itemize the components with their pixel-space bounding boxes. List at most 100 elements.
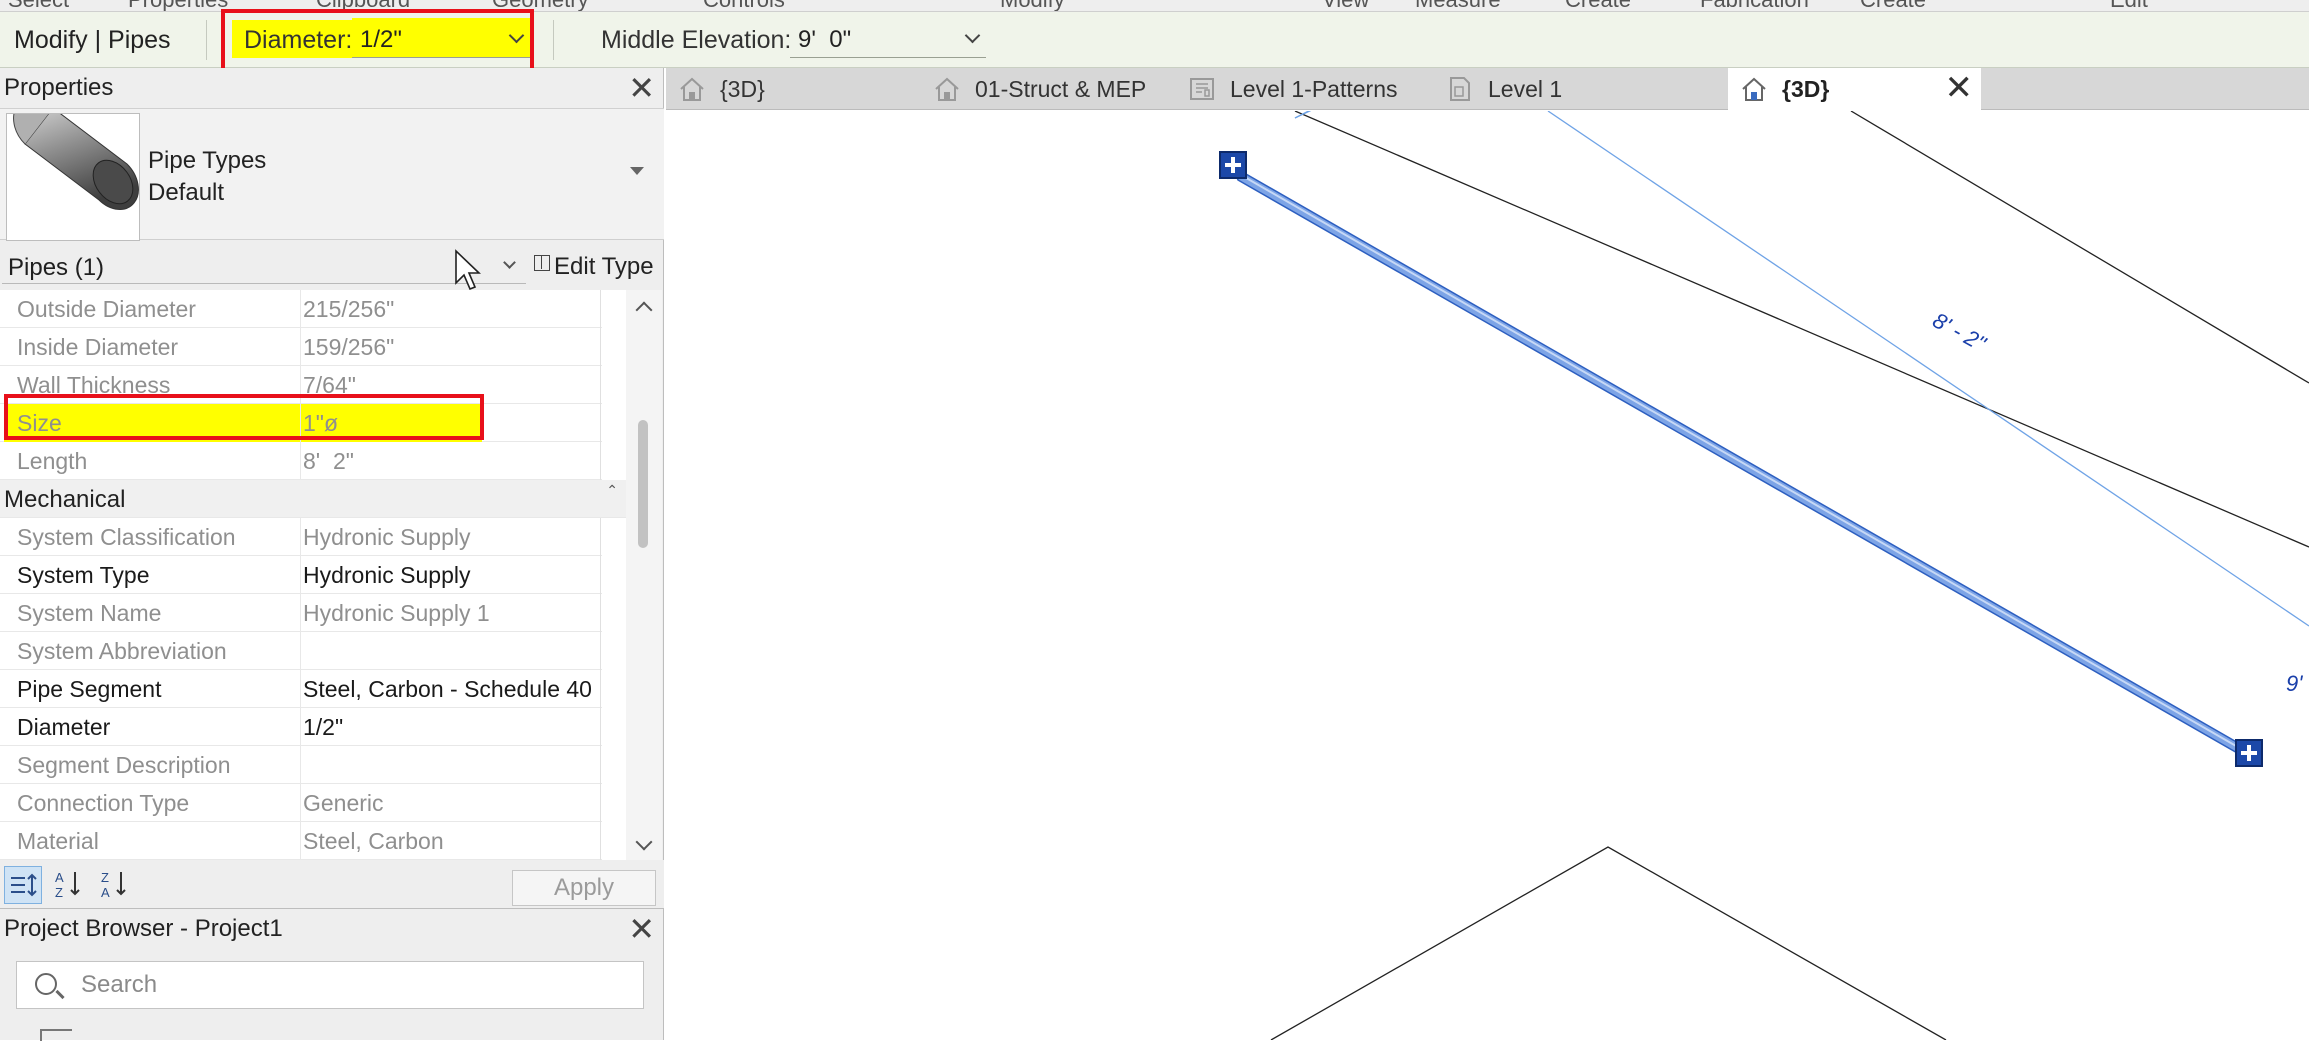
model-edge-line: [1270, 846, 1947, 1040]
ribbon-tab-create[interactable]: Create: [1565, 0, 1631, 11]
property-value: Steel, Carbon - Schedule 40: [303, 676, 592, 702]
ribbon-panel-labels: Select Properties Clipboard Geometry Con…: [0, 0, 2309, 12]
property-name: System Type: [17, 562, 150, 588]
project-browser-search[interactable]: [16, 961, 644, 1009]
column-divider: [600, 328, 601, 366]
group-header-mechanical[interactable]: Mechanical ⌃: [0, 480, 626, 518]
instance-filter-dropdown[interactable]: Pipes (1): [2, 248, 526, 284]
scroll-down-icon[interactable]: [635, 833, 653, 851]
column-divider: [600, 822, 601, 860]
svg-text:Z: Z: [55, 885, 63, 900]
middle-elevation-combo[interactable]: 9' 0": [790, 18, 986, 58]
column-divider: [600, 290, 601, 328]
property-row[interactable]: Diameter 1/2": [0, 708, 602, 746]
tab-level-1[interactable]: Level 1: [1434, 68, 1689, 110]
property-name: Connection Type: [17, 790, 190, 816]
property-row[interactable]: System Type Hydronic Supply: [0, 556, 602, 594]
scroll-thumb[interactable]: [638, 420, 648, 548]
property-name: System Abbreviation: [17, 638, 227, 664]
dimension-line-short: [1294, 111, 1311, 119]
ribbon-tab-fabrication[interactable]: Fabrication: [1700, 0, 1809, 11]
tab-01-struct-mep[interactable]: 01-Struct & MEP: [921, 68, 1176, 110]
properties-title: Properties: [4, 74, 114, 101]
property-row[interactable]: Pipe Segment Steel, Carbon - Schedule 40: [0, 670, 602, 708]
property-row[interactable]: Inside Diameter 159/256": [0, 328, 602, 366]
tab-label: 01-Struct & MEP: [975, 76, 1147, 102]
column-divider: [300, 366, 301, 404]
pipe-type-thumbnail: [6, 98, 140, 241]
property-name: Inside Diameter: [17, 334, 179, 360]
column-divider: [300, 822, 301, 860]
ribbon-tab-geometry[interactable]: Geometry: [492, 0, 589, 11]
diameter-label: Diameter:: [244, 26, 353, 54]
properties-footer: A Z Z A Apply: [0, 860, 664, 908]
tab-level-1-patterns[interactable]: Level 1-Patterns: [1176, 68, 1434, 110]
properties-scrollbar[interactable]: [626, 290, 662, 860]
tab-3d-view-active[interactable]: {3D} ✕: [1728, 68, 1981, 110]
svg-text:Z: Z: [101, 870, 109, 885]
property-row[interactable]: Material Steel, Carbon: [0, 822, 602, 860]
ribbon-tab-clipboard[interactable]: Clipboard: [316, 0, 410, 11]
tree-node-partial[interactable]: [40, 1029, 72, 1041]
sort-descending-button[interactable]: Z A: [96, 866, 134, 904]
close-icon[interactable]: ✕: [1945, 68, 1974, 108]
tab-label: {3D}: [1782, 76, 1830, 102]
property-name: Pipe Segment: [17, 676, 162, 702]
edit-type-label: Edit Type: [554, 253, 654, 280]
property-name: Wall Thickness: [17, 372, 171, 398]
property-value: 215/256": [303, 296, 395, 322]
property-row[interactable]: System Name Hydronic Supply 1: [0, 594, 602, 632]
property-row[interactable]: Connection Type Generic: [0, 784, 602, 822]
3d-view-canvas[interactable]: 8' - 2" 9': [666, 111, 2309, 1040]
categorize-sort-button[interactable]: [4, 866, 42, 904]
type-family-name: Pipe Types: [148, 147, 267, 174]
property-row-size[interactable]: Size 1"ø: [0, 404, 602, 442]
close-icon[interactable]: ✕: [628, 911, 655, 947]
property-row[interactable]: Wall Thickness 7/64": [0, 366, 602, 404]
close-icon[interactable]: ✕: [628, 70, 655, 106]
column-divider: [300, 442, 301, 480]
column-divider: [300, 328, 301, 366]
project-browser: Project Browser - Project1 ✕: [0, 908, 664, 1041]
property-row[interactable]: Length 8' 2": [0, 442, 602, 480]
ribbon-tab-edit[interactable]: Edit: [2110, 0, 2148, 11]
selected-pipe[interactable]: [1230, 164, 2255, 764]
diameter-combo[interactable]: 1/2": [352, 18, 530, 58]
apply-button[interactable]: Apply: [512, 870, 656, 906]
type-selector[interactable]: Pipe Types Default: [0, 98, 664, 241]
project-browser-title: Project Browser - Project1: [4, 915, 283, 942]
property-value: 1/2": [303, 714, 344, 740]
model-edge-line: [1850, 111, 2309, 384]
scroll-up-icon[interactable]: [635, 301, 653, 319]
ribbon-tab-create-2[interactable]: Create: [1860, 0, 1926, 11]
sort-ascending-button[interactable]: A Z: [50, 866, 88, 904]
property-value: Generic: [303, 790, 384, 816]
property-row[interactable]: System Abbreviation: [0, 632, 602, 670]
ribbon-tab-modify[interactable]: Modify: [1000, 0, 1065, 11]
tab-3d-view[interactable]: {3D}: [666, 68, 921, 110]
pipe-end-grip-end[interactable]: [2235, 739, 2263, 767]
middle-elevation-value: 9' 0": [798, 26, 852, 53]
svg-text:A: A: [55, 870, 64, 885]
pipe-end-grip-start[interactable]: [1219, 151, 1247, 179]
property-row[interactable]: Outside Diameter 215/256": [0, 290, 602, 328]
ribbon-tab-measure[interactable]: Measure: [1415, 0, 1501, 11]
property-row[interactable]: System Classification Hydronic Supply: [0, 518, 602, 556]
dropdown-arrow-icon[interactable]: [630, 167, 644, 175]
property-name: Length: [17, 448, 88, 474]
search-input[interactable]: [79, 970, 619, 1000]
ribbon-tab-controls[interactable]: Controls: [703, 0, 785, 11]
separator: [206, 20, 207, 60]
ribbon-tab-select[interactable]: Select: [8, 0, 69, 11]
column-divider: [300, 708, 301, 746]
properties-grid: Outside Diameter 215/256" Inside Diamete…: [0, 290, 626, 860]
property-row[interactable]: Segment Description: [0, 746, 602, 784]
ribbon-tab-view[interactable]: View: [1322, 0, 1369, 11]
diameter-value: 1/2": [360, 26, 402, 53]
ribbon-tab-properties[interactable]: Properties: [128, 0, 228, 11]
type-name: Default: [148, 179, 225, 206]
dimension-label[interactable]: 8' - 2": [1929, 307, 1991, 356]
collapse-icon[interactable]: ⌃: [606, 482, 618, 499]
home-3d-icon: [935, 77, 959, 101]
property-name: Material: [17, 828, 99, 854]
